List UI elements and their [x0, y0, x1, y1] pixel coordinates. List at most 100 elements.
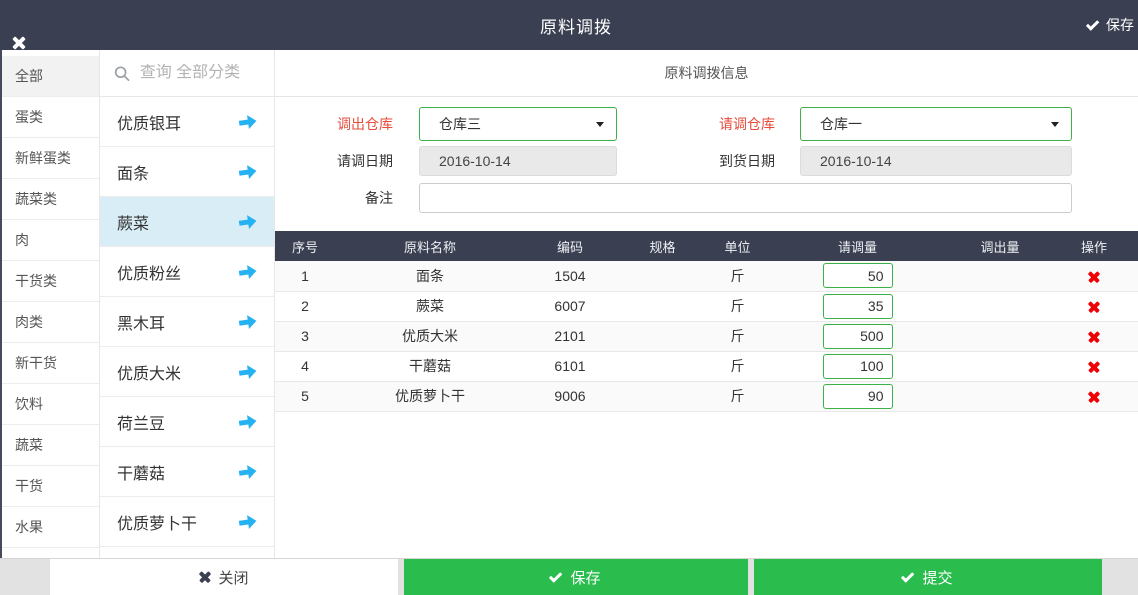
cell-name: 干蘑菇 [335, 351, 525, 381]
items-table: 序号 原料名称 编码 规格 单位 请调量 调出量 操作 [275, 231, 1138, 412]
category-item[interactable]: 干货类 [2, 261, 99, 302]
cell-no: 3 [275, 321, 335, 351]
arrow-right-icon[interactable] [238, 112, 259, 130]
close-icon [199, 571, 211, 583]
request-qty-input[interactable] [823, 324, 893, 349]
table-header-row: 序号 原料名称 编码 规格 单位 请调量 调出量 操作 [275, 231, 1138, 261]
material-name: 优质粉丝 [117, 260, 181, 284]
material-item[interactable]: 干蘑菇 [100, 447, 274, 497]
remark-label: 备注 [275, 188, 393, 208]
cell-no: 1 [275, 261, 335, 291]
category-item[interactable]: 干货 [2, 466, 99, 507]
delete-row-icon[interactable] [1088, 271, 1100, 283]
out-warehouse-select[interactable]: 仓库三 [419, 107, 617, 141]
request-qty-input[interactable] [823, 263, 893, 288]
delete-row-icon[interactable] [1088, 391, 1100, 403]
material-item[interactable]: 蕨菜 [100, 197, 274, 247]
category-item[interactable]: 肉 [2, 220, 99, 261]
cell-unit: 斤 [710, 381, 765, 411]
material-item[interactable]: 黑木耳 [100, 297, 274, 347]
footer-bar: 关闭 保存 提交 [0, 558, 1138, 595]
category-item[interactable]: 蔬菜类 [2, 179, 99, 220]
cell-code: 6101 [525, 351, 615, 381]
category-item[interactable]: 全部 [2, 56, 99, 97]
arrow-right-icon[interactable] [238, 212, 259, 230]
arrow-right-icon[interactable] [238, 162, 259, 180]
request-qty-input[interactable] [823, 384, 893, 409]
material-name: 优质银耳 [117, 110, 181, 134]
cell-actions [1050, 351, 1138, 381]
footer-spacer [1102, 559, 1138, 595]
material-item[interactable]: 面条 [100, 147, 274, 197]
category-item[interactable]: 新鲜蛋类 [2, 138, 99, 179]
table-row: 3 优质大米 2101 斤 [275, 321, 1138, 351]
close-button-label: 关闭 [218, 567, 248, 588]
arrow-right-icon[interactable] [238, 262, 259, 280]
cell-name: 优质大米 [335, 321, 525, 351]
cell-out-qty [950, 351, 1050, 381]
title-bar: 原料调拨 保存 [0, 0, 1138, 50]
delete-row-icon[interactable] [1088, 301, 1100, 313]
cell-spec [615, 351, 710, 381]
category-item[interactable]: 肉类 [2, 302, 99, 343]
cell-out-qty [950, 261, 1050, 291]
request-qty-input[interactable] [823, 294, 893, 319]
cell-unit: 斤 [710, 351, 765, 381]
material-name: 荷兰豆 [117, 410, 165, 434]
cell-unit: 斤 [710, 321, 765, 351]
material-name: 优质萝卜干 [117, 510, 197, 534]
material-name: 优质大米 [117, 360, 181, 384]
cell-actions [1050, 321, 1138, 351]
save-button-label: 保存 [570, 567, 600, 588]
col-code: 编码 [525, 231, 615, 261]
cell-spec [615, 291, 710, 321]
table-row: 4 干蘑菇 6101 斤 [275, 351, 1138, 381]
arrow-right-icon[interactable] [238, 312, 259, 330]
material-name: 面条 [117, 160, 149, 184]
materials-panel: 优质银耳 面条 蕨菜 [100, 50, 275, 558]
material-search-bar [100, 50, 274, 97]
category-item[interactable]: 饮料 [2, 384, 99, 425]
close-icon[interactable] [12, 36, 26, 50]
col-request-qty: 请调量 [765, 231, 950, 261]
cell-code: 6007 [525, 291, 615, 321]
arrival-date-field[interactable]: 2016-10-14 [800, 146, 1072, 176]
in-warehouse-select[interactable]: 仓库一 [800, 107, 1072, 141]
arrow-right-icon[interactable] [238, 512, 259, 530]
category-item[interactable]: 蔬菜 [2, 425, 99, 466]
material-search-input[interactable] [140, 64, 264, 82]
material-item[interactable]: 荷兰豆 [100, 397, 274, 447]
material-item[interactable]: 优质银耳 [100, 97, 274, 147]
cell-request-qty [765, 351, 950, 381]
cell-request-qty [765, 381, 950, 411]
material-item[interactable]: 优质萝卜干 [100, 497, 274, 547]
main-panel: 原料调拨信息 调出仓库 仓库三 请调仓库 仓库一 请调日期 [275, 50, 1138, 558]
check-icon [549, 569, 562, 582]
check-icon [1086, 17, 1099, 30]
delete-row-icon[interactable] [1088, 331, 1100, 343]
arrow-right-icon[interactable] [238, 362, 259, 380]
col-out-qty: 调出量 [950, 231, 1050, 261]
request-date-field[interactable]: 2016-10-14 [419, 146, 617, 176]
arrow-right-icon[interactable] [238, 412, 259, 430]
material-item[interactable]: 优质粉丝 [100, 247, 274, 297]
delete-row-icon[interactable] [1088, 361, 1100, 373]
panel-title: 原料调拨信息 [275, 50, 1138, 97]
remark-input[interactable] [419, 183, 1072, 213]
cell-actions [1050, 291, 1138, 321]
page-title: 原料调拨 [14, 13, 1138, 38]
cell-spec [615, 261, 710, 291]
save-button[interactable]: 保存 [404, 559, 748, 595]
header-save-button[interactable]: 保存 [1086, 9, 1136, 41]
in-warehouse-label: 请调仓库 [617, 114, 775, 134]
category-item[interactable]: 水果 [2, 507, 99, 548]
arrow-right-icon[interactable] [238, 462, 259, 480]
category-item[interactable]: 蛋类 [2, 97, 99, 138]
material-item[interactable]: 优质大米 [100, 347, 274, 397]
category-item[interactable]: 新干货 [2, 343, 99, 384]
out-warehouse-label: 调出仓库 [275, 114, 393, 134]
close-button[interactable]: 关闭 [50, 559, 398, 595]
submit-button[interactable]: 提交 [754, 559, 1102, 595]
request-qty-input[interactable] [823, 354, 893, 379]
cell-name: 优质萝卜干 [335, 381, 525, 411]
